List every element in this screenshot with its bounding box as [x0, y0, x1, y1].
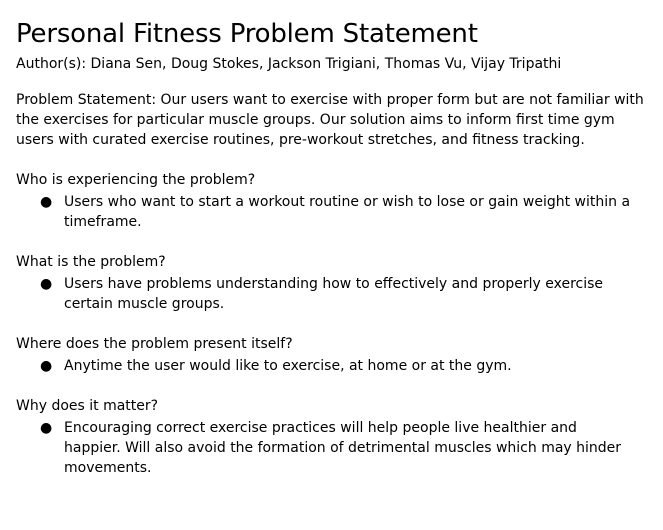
authors-line: Author(s): Diana Sen, Doug Stokes, Jacks… [16, 56, 562, 72]
answer-text: Users have problems understanding how to… [64, 276, 604, 312]
answer-text: Anytime the user would like to exercise,… [64, 358, 512, 374]
answer-text: Users who want to start a workout routin… [64, 194, 631, 230]
section-question: Why does it matter? [16, 398, 159, 414]
answer-list: ● Encouraging correct exercise practices… [16, 418, 656, 478]
answer-list: ● Users who want to start a workout rout… [16, 192, 656, 232]
section-why: Why does it matter? ● Encouraging correc… [16, 396, 656, 478]
problem-statement: Problem Statement: Our users want to exe… [16, 92, 644, 148]
section-question: What is the problem? [16, 254, 166, 270]
bullet-icon: ● [40, 194, 53, 210]
section-who: Who is experiencing the problem? ● Users… [16, 170, 656, 232]
list-item: ● Anytime the user would like to exercis… [16, 356, 634, 376]
document-page: Personal Fitness Problem Statement Autho… [16, 18, 656, 478]
answer-list: ● Users have problems understanding how … [16, 274, 656, 314]
answer-text: Encouraging correct exercise practices w… [64, 420, 622, 476]
answer-list: ● Anytime the user would like to exercis… [16, 356, 656, 376]
section-what: What is the problem? ● Users have proble… [16, 252, 656, 314]
bullet-icon: ● [40, 358, 53, 374]
list-item: ● Users have problems understanding how … [16, 274, 634, 314]
section-question: Where does the problem present itself? [16, 336, 293, 352]
list-item: ● Encouraging correct exercise practices… [16, 418, 634, 478]
bullet-icon: ● [40, 420, 53, 436]
document-title: Personal Fitness Problem Statement [16, 19, 478, 49]
list-item: ● Users who want to start a workout rout… [16, 192, 634, 232]
section-where: Where does the problem present itself? ●… [16, 334, 656, 376]
section-question: Who is experiencing the problem? [16, 172, 256, 188]
bullet-icon: ● [40, 276, 53, 292]
